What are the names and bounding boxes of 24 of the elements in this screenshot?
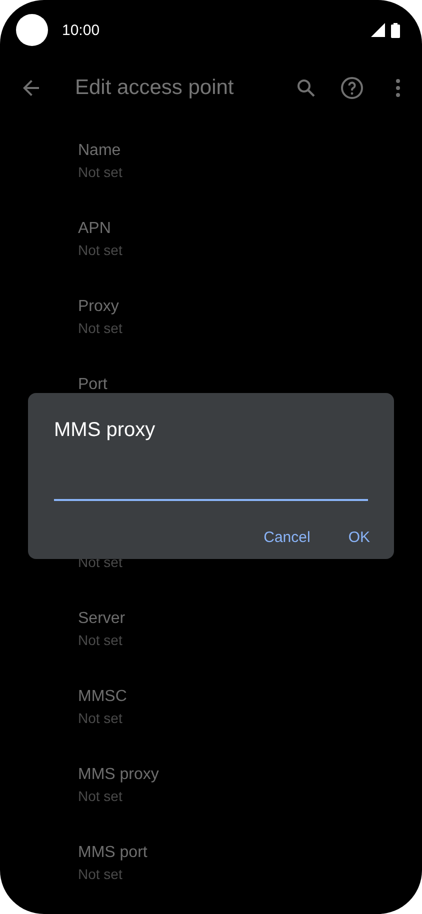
setting-value: Not set [78,631,124,650]
setting-value: Not set [78,163,124,182]
dialog-button[interactable]: OK [336,521,382,554]
setting-value: Not set [78,709,124,728]
setting-label: Proxy [78,297,120,317]
setting-label: MMS port [78,843,148,863]
setting-value: Not set [78,319,124,338]
camera-hole [16,14,48,46]
setting-label: MMSC [78,687,128,707]
setting-label: Port [78,375,108,395]
dialog-button[interactable]: Cancel [252,521,322,554]
battery-icon [391,22,400,38]
setting-value: Not set [78,241,124,260]
setting-label: MMS proxy [78,765,160,785]
setting-value: Not set [78,787,124,806]
screen-title: Edit access point [75,76,235,100]
setting-label: Server [78,609,126,629]
setting-value: Not set [78,865,124,884]
help-icon[interactable] [340,76,364,100]
clock: 10:00 [62,22,101,38]
signal-icon [371,23,385,37]
setting-label: Name [78,141,122,161]
setting-label: APN [78,219,112,239]
dialog-title: MMS proxy [54,418,156,443]
